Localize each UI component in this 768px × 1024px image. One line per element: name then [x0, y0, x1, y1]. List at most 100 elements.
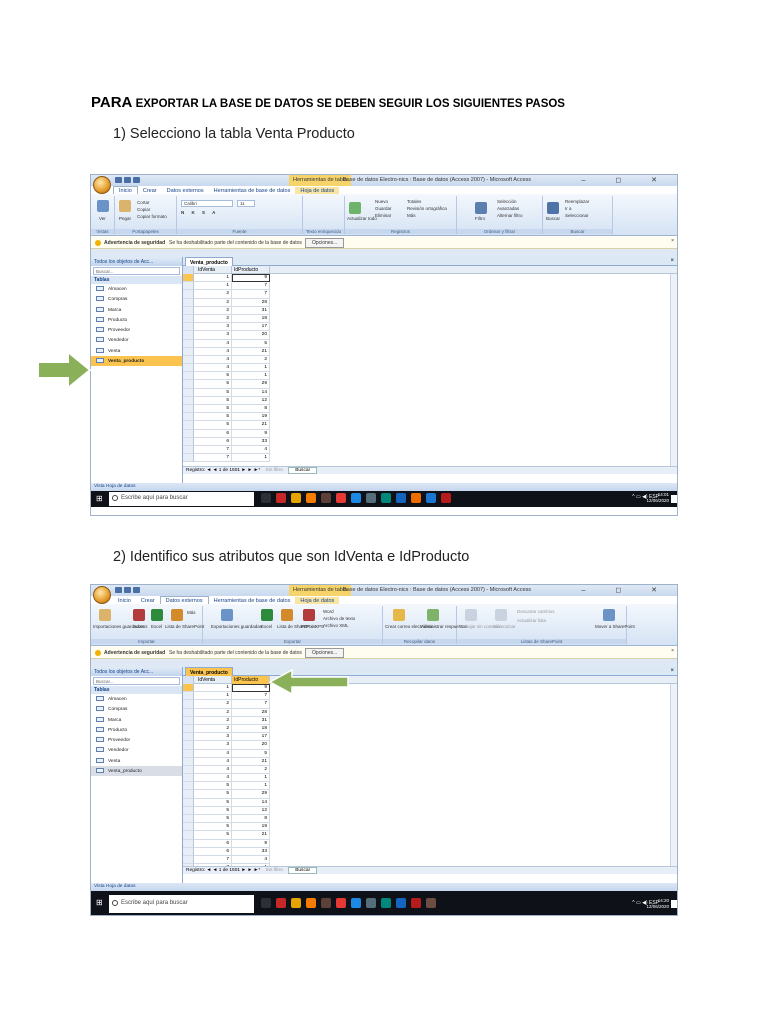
copiar-label[interactable]: Copiar [137, 207, 150, 212]
table-row[interactable]: 5 29 [183, 790, 677, 799]
cell-idproducto[interactable]: 8 [232, 815, 270, 824]
row-selector[interactable] [183, 331, 194, 340]
size-select[interactable]: 11 [237, 200, 255, 207]
cell-idventa[interactable]: 4 [194, 339, 232, 348]
row-selector[interactable] [183, 765, 194, 775]
cell-idproducto[interactable]: 7 [232, 282, 270, 291]
cell-idventa[interactable]: 3 [194, 741, 232, 750]
nav-item-venta-producto[interactable]: Venta_producto [91, 766, 182, 777]
cell-idventa[interactable]: 7 [194, 454, 232, 463]
row-selector[interactable] [183, 757, 194, 766]
seleccion-label[interactable]: Selección [497, 199, 517, 204]
font-select[interactable]: Calibri [181, 200, 233, 207]
cell-idventa[interactable]: 5 [194, 798, 232, 807]
view-icon[interactable] [97, 200, 109, 212]
eliminar-label[interactable]: Eliminar [375, 213, 391, 218]
nav-item-almacen[interactable]: Almacen [91, 694, 182, 704]
cell-idproducto[interactable]: 20 [232, 331, 270, 340]
row-selector[interactable] [183, 282, 194, 291]
table-row[interactable]: 2 28 [183, 298, 677, 307]
cell-idventa[interactable]: 2 [194, 724, 232, 734]
cell-idproducto[interactable]: 1 [232, 372, 270, 381]
nav-item-venta[interactable]: Venta [91, 756, 182, 766]
row-selector[interactable] [183, 708, 194, 717]
cell-idproducto[interactable]: 21 [232, 347, 270, 356]
row-selector[interactable] [183, 405, 194, 414]
nav-item-vendedor[interactable]: Vendedor [91, 335, 182, 345]
actualizar-lista-label[interactable]: Actualizar lista [517, 618, 546, 623]
cell-idventa[interactable]: 5 [194, 782, 232, 791]
cell-idproducto[interactable]: 9 [232, 684, 270, 693]
cell-idventa[interactable]: 6 [194, 839, 232, 848]
window-controls[interactable]: – ◻ ✕ [582, 176, 671, 184]
windows-start-icon[interactable]: ⊞ [96, 495, 104, 503]
window-controls[interactable]: – ◻ ✕ [582, 586, 671, 594]
row-selector[interactable] [183, 839, 194, 848]
table-row[interactable]: 17 [183, 282, 677, 291]
mas-label[interactable]: Más [187, 610, 196, 615]
cell-idventa[interactable]: 6 [194, 847, 232, 856]
row-selector[interactable] [183, 274, 194, 283]
row-selector[interactable] [183, 724, 194, 734]
row-selector[interactable] [183, 372, 194, 381]
row-selector[interactable] [183, 396, 194, 405]
close-icon[interactable]: × [670, 258, 674, 264]
cell-idproducto[interactable]: 2 [232, 765, 270, 775]
column-idproducto[interactable]: IdProducto [232, 266, 270, 274]
vertical-scrollbar[interactable] [670, 274, 677, 467]
cell-idproducto[interactable]: 5 [232, 339, 270, 348]
sync-icon[interactable] [495, 609, 507, 621]
table-row[interactable]: 42 [183, 765, 677, 775]
cell-idventa[interactable]: 5 [194, 823, 232, 832]
record-nav-buttons-next[interactable]: ► ► ►* [241, 868, 261, 873]
table-row[interactable]: 5 14 [183, 798, 677, 807]
avanzadas-label[interactable]: Avanzadas [497, 206, 519, 211]
row-selector[interactable] [183, 823, 194, 832]
row-selector[interactable] [183, 355, 194, 365]
options-button[interactable]: Opciones... [305, 648, 345, 658]
format-buttons[interactable]: N K S A [181, 210, 218, 215]
row-selector[interactable] [183, 323, 194, 332]
cell-idventa[interactable]: 4 [194, 757, 232, 766]
table-row[interactable]: 41 [183, 364, 677, 373]
cell-idventa[interactable]: 3 [194, 331, 232, 340]
table-row[interactable]: 3 17 [183, 323, 677, 332]
cell-idventa[interactable]: 5 [194, 380, 232, 389]
cell-idventa[interactable]: 2 [194, 314, 232, 324]
cell-idproducto[interactable]: 21 [232, 757, 270, 766]
nav-item-venta-producto[interactable]: Venta_producto [91, 356, 182, 367]
row-selector[interactable] [183, 339, 194, 348]
mail-icon[interactable] [393, 609, 405, 621]
cell-idventa[interactable]: 2 [194, 306, 232, 315]
cell-idventa[interactable]: 2 [194, 708, 232, 717]
guardar-label[interactable]: Guardar [375, 206, 392, 211]
table-row[interactable]: 69 [183, 839, 677, 848]
cell-idventa[interactable]: 2 [194, 700, 232, 709]
table-row[interactable]: 19 [183, 274, 677, 283]
cell-idproducto[interactable]: 28 [232, 298, 270, 307]
table-row[interactable]: 3 20 [183, 331, 677, 340]
cell-idventa[interactable]: 5 [194, 413, 232, 422]
cell-idventa[interactable]: 5 [194, 790, 232, 799]
sharepoint-icon[interactable] [171, 609, 183, 621]
doc-tab-venta-producto[interactable]: Venta_producto [185, 257, 233, 266]
table-row[interactable]: 69 [183, 429, 677, 438]
row-selector[interactable] [183, 290, 194, 299]
close-icon[interactable]: × [670, 668, 674, 674]
cell-idventa[interactable]: 1 [194, 692, 232, 701]
cell-idproducto[interactable]: 17 [232, 323, 270, 332]
cell-idproducto[interactable]: 14 [232, 798, 270, 807]
doc-tab-venta-producto[interactable]: Venta_producto [185, 667, 233, 676]
excel-export-icon[interactable] [261, 609, 273, 621]
cell-idventa[interactable]: 7 [194, 855, 232, 865]
row-selector[interactable] [183, 421, 194, 430]
table-row[interactable]: 6 33 [183, 847, 677, 856]
row-selector[interactable] [183, 454, 194, 463]
seleccionar-label[interactable]: Seleccionar [565, 213, 589, 218]
cell-idproducto[interactable]: 21 [232, 831, 270, 840]
nav-search-input[interactable]: Buscar... [93, 267, 180, 275]
cell-idventa[interactable]: 1 [194, 274, 232, 283]
column-idproducto[interactable]: IdProducto [232, 676, 270, 684]
row-selector[interactable] [183, 741, 194, 750]
taskbar-search[interactable]: Escribe aquí para buscar [109, 492, 254, 506]
